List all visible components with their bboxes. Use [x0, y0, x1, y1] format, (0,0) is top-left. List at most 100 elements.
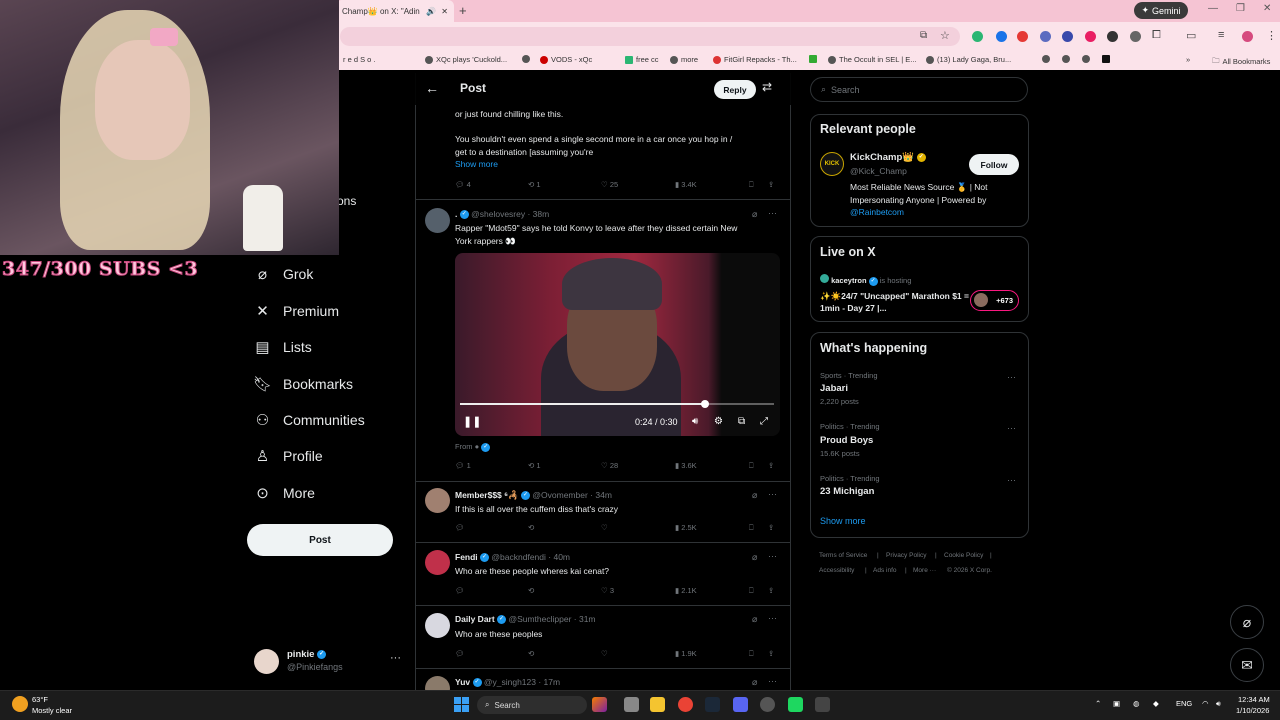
more-dots-icon[interactable]: ···	[768, 613, 777, 623]
bookmark-item[interactable]: free cc	[625, 55, 659, 64]
trend-name[interactable]: Proud Boys	[820, 435, 873, 446]
repost-count[interactable]: ⟲ 1	[528, 461, 541, 470]
extension-icon[interactable]	[972, 31, 983, 42]
grok-icon[interactable]: ⌀	[752, 490, 757, 501]
nav-item-profile[interactable]: ♙ Profile	[254, 443, 323, 469]
discord-icon[interactable]	[733, 697, 748, 712]
grok-fab-icon[interactable]: ⌀	[1230, 605, 1264, 639]
tray-app-icon[interactable]: ▣	[1113, 699, 1120, 708]
footer-link[interactable]: Ads info	[873, 567, 897, 574]
install-icon[interactable]: ⧉	[920, 30, 927, 41]
app-icon[interactable]	[788, 697, 803, 712]
footer-link[interactable]: More ···	[913, 567, 936, 574]
live-host[interactable]: kaceytron ✓ is hosting	[820, 274, 911, 286]
like-icon[interactable]: ♡	[601, 649, 608, 658]
extension-icon[interactable]	[1040, 31, 1051, 42]
extension-icon[interactable]	[1085, 31, 1096, 42]
close-tab-icon[interactable]: ✕	[441, 7, 448, 16]
back-arrow-icon[interactable]: ←	[425, 80, 439, 96]
repost-icon[interactable]: ⟲	[528, 523, 534, 532]
sidepanel-icon[interactable]: ▭	[1186, 29, 1196, 42]
share-icon[interactable]: ⇪	[768, 461, 774, 470]
bookmark-item[interactable]	[1102, 55, 1110, 63]
search-input[interactable]: ⌕ Search	[810, 77, 1028, 102]
extension-icon[interactable]	[1130, 31, 1141, 42]
like-count[interactable]: ♡ 3	[601, 586, 614, 595]
nav-item-premium[interactable]: ✕ Premium	[254, 298, 339, 324]
grok-icon[interactable]: ⌀	[752, 677, 757, 688]
task-view-icon[interactable]	[624, 697, 639, 712]
bookmark-item[interactable]: (13) Lady Gaga, Bru...	[926, 55, 1011, 64]
messages-icon[interactable]: ✉	[1230, 648, 1264, 682]
steam-icon[interactable]	[705, 697, 720, 712]
fullscreen-icon[interactable]: ⤢	[760, 416, 768, 427]
app-icon[interactable]	[815, 697, 830, 712]
views-count[interactable]: ▮ 1.9K	[675, 649, 697, 658]
video-source[interactable]: From ● ✓	[455, 442, 491, 452]
puzzle-icon[interactable]: ⧠	[1152, 29, 1161, 42]
live-viewers-pill[interactable]: +673	[970, 290, 1019, 311]
repost-icon[interactable]: ⟲	[528, 649, 534, 658]
grok-icon[interactable]: ⌀	[752, 552, 757, 563]
extension-icon[interactable]	[1062, 31, 1073, 42]
reply-count[interactable]: 💬︎ 1	[455, 461, 471, 470]
tray-app-icon[interactable]: ◆	[1153, 699, 1159, 708]
weather-desc[interactable]: Mostly clear	[32, 706, 72, 715]
user-name[interactable]: KickChamp👑 ✓	[850, 152, 926, 163]
bookmark-item[interactable]	[1062, 55, 1070, 63]
browser-tab[interactable]: Champ👑 on X: "Adin R 🔊 ✕	[336, 0, 454, 22]
bookmark-icon[interactable]: ⎕	[749, 180, 754, 190]
language-indicator[interactable]: ENG	[1176, 699, 1192, 708]
more-dots-icon[interactable]: ···	[390, 652, 401, 664]
trend-name[interactable]: Jabari	[820, 383, 848, 394]
settings-icon[interactable]: ⚙	[714, 416, 723, 427]
extension-icon[interactable]	[996, 31, 1007, 42]
bookmarks-overflow-icon[interactable]: »	[1186, 55, 1190, 64]
share-icon[interactable]: ⇪	[768, 523, 774, 532]
post-button[interactable]: Post	[247, 524, 393, 556]
minimize-icon[interactable]: —	[1208, 3, 1218, 14]
speaker-icon[interactable]: 🔊	[426, 7, 436, 16]
weather-temp[interactable]: 63°F	[32, 695, 48, 704]
views-count[interactable]: ▮ 3.6K	[675, 461, 697, 470]
kebab-menu-icon[interactable]: ⋮	[1266, 29, 1277, 42]
close-window-icon[interactable]: ✕	[1263, 3, 1271, 14]
nav-item-communities[interactable]: ⚇ Communities	[254, 407, 365, 433]
all-bookmarks[interactable]: 🗀 All Bookmarks	[1212, 55, 1270, 68]
footer-link[interactable]: Accessibility	[819, 567, 854, 574]
bookmark-item[interactable]	[522, 55, 530, 63]
clock-time[interactable]: 12:34 AM	[1238, 695, 1270, 704]
bookmark-item[interactable]: FitGirl Repacks - Th...	[713, 55, 797, 64]
reply-button[interactable]: Reply	[714, 80, 756, 99]
bookmark-icon[interactable]: ⎕	[749, 461, 754, 471]
repost-count[interactable]: ⟲ 1	[528, 180, 541, 189]
weather-icon[interactable]	[12, 696, 28, 712]
reply-icon[interactable]: 💬︎	[455, 523, 465, 532]
views-count[interactable]: ▮ 3.4K	[675, 180, 697, 189]
reply-icon[interactable]: 💬︎	[455, 586, 465, 595]
more-dots-icon[interactable]: ···	[768, 676, 777, 686]
live-title[interactable]: ✨☀️24/7 "Uncapped" Marathon $1 = 1min - …	[820, 290, 970, 314]
views-count[interactable]: ▮ 2.1K	[675, 586, 697, 595]
bookmark-icon[interactable]: ⎕	[749, 649, 754, 659]
more-dots-icon[interactable]: ···	[768, 551, 777, 561]
volume-icon[interactable]: 🔊︎	[1216, 699, 1221, 709]
share-icon[interactable]: ⇪	[768, 649, 774, 658]
nav-item-more[interactable]: ⊙ More	[254, 480, 315, 506]
grok-icon[interactable]: ⌀	[752, 614, 757, 625]
bookmark-item[interactable]: more	[670, 55, 698, 64]
avatar[interactable]	[425, 550, 450, 575]
taskbar-search[interactable]: ⌕ Search	[477, 696, 587, 714]
extension-icon[interactable]	[1017, 31, 1028, 42]
bookmark-item[interactable]	[1082, 55, 1090, 63]
avatar[interactable]	[425, 208, 450, 233]
more-dots-icon[interactable]: ···	[1007, 372, 1016, 382]
show-more-link[interactable]: Show more	[820, 516, 866, 526]
reply-count[interactable]: 💬︎ 4	[455, 180, 471, 189]
nav-item-lists[interactable]: ▤ Lists	[254, 334, 311, 360]
address-bar[interactable]	[340, 27, 960, 46]
file-explorer-icon[interactable]	[650, 697, 665, 712]
bookmark-icon[interactable]: ⎕	[749, 586, 754, 596]
clock-date[interactable]: 1/10/2026	[1236, 706, 1269, 715]
account-switcher[interactable]: pinkie ✓ @Pinkiefangs ···	[254, 648, 404, 678]
